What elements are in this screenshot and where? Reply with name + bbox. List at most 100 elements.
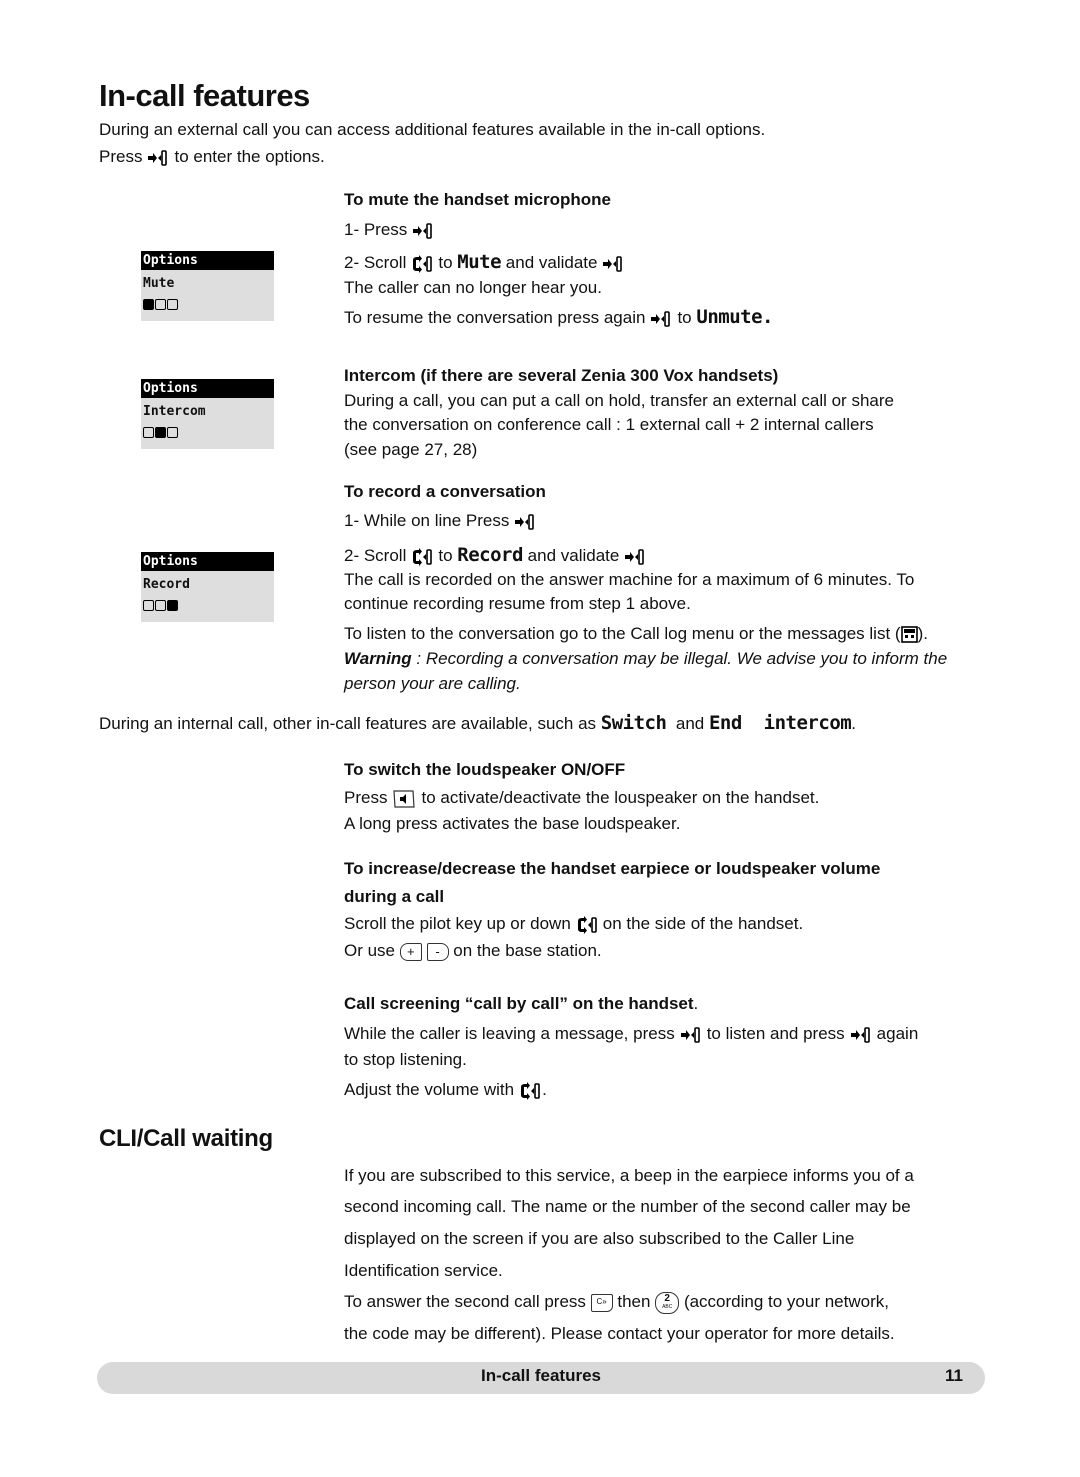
page-dot (155, 600, 166, 611)
ok-key-icon (412, 222, 433, 239)
scroll-key-icon (412, 253, 433, 274)
mute-heading: To mute the handset microphone (344, 190, 611, 209)
ok-key-icon (650, 310, 671, 327)
ok-key-icon (514, 513, 535, 530)
screening-heading-text: Call screening “call by call” on the han… (344, 994, 694, 1013)
lcd-page-dots (141, 600, 274, 611)
ok-key-icon (602, 255, 623, 272)
record-info: The call is recorded on the answer machi… (344, 570, 915, 589)
cli-paragraph: If you are subscribed to this service, a… (344, 1166, 914, 1185)
messages-list-icon (900, 626, 918, 643)
internal-text: . (851, 714, 856, 733)
ok-key-icon (849, 1026, 870, 1043)
scroll-key-icon (412, 546, 433, 567)
lcd-word-end-intercom: End intercom (708, 712, 852, 734)
step-text: and validate (505, 253, 598, 272)
loudspeaker-line: Press to activate/deactivate the louspeak… (344, 785, 819, 810)
page-dot-active (167, 600, 178, 611)
intro-text: During an external call you can access a… (99, 120, 766, 139)
intercom-line: the conversation on conference call : 1 … (344, 415, 874, 434)
page-dot (143, 600, 154, 611)
page-dot (167, 427, 178, 438)
volume-text: on the base station. (453, 941, 602, 960)
volume-line: Scroll the pilot key up or down on the si… (344, 911, 803, 936)
lcd-screen-intercom: Options Intercom (141, 379, 274, 449)
lcd-word-record: Record (457, 544, 523, 566)
footer-title: In-call features (481, 1366, 601, 1385)
mute-step1: 1- Press (344, 217, 439, 242)
intercom-heading: Intercom (if there are several Zenia 300… (344, 366, 779, 385)
lcd-item: Intercom (143, 404, 206, 419)
screening-text: While the caller is leaving a message, p… (344, 1024, 675, 1043)
page-footer: In-call features 11 (97, 1362, 985, 1394)
lcd-header: Options (141, 379, 274, 398)
internal-text: During an internal call, other in-call f… (99, 714, 597, 733)
intro-press-line: Press to enter the options. (99, 144, 325, 169)
screening-heading-dot: . (693, 994, 699, 1013)
page-number: 11 (945, 1366, 963, 1385)
resume-text: To resume the conversation press again (344, 308, 646, 327)
internal-call-text: During an internal call, other in-call f… (99, 711, 856, 736)
page-dot-active (143, 299, 154, 310)
step-text: and validate (527, 546, 620, 565)
scroll-key-icon (520, 1080, 540, 1101)
mute-result: The caller can no longer hear you. (344, 278, 602, 297)
volume-text: Scroll the pilot key up or down (344, 914, 571, 933)
volume-text: on the side of the handset. (602, 914, 804, 933)
listen-text: To listen to the conversation go to the … (344, 624, 901, 643)
screening-text: to listen and press (706, 1024, 845, 1043)
record-heading: To record a conversation (344, 482, 546, 501)
base-volume-plus-key: + (399, 942, 422, 961)
warning-text: : Recording a conversation may be illega… (411, 649, 948, 668)
mute-resume: To resume the conversation press again to… (344, 305, 773, 330)
step-text: 1- While on line Press (344, 511, 510, 530)
scroll-key-icon (576, 914, 597, 935)
lcd-item: Mute (143, 276, 175, 291)
r-key-icon: C» (590, 1293, 613, 1312)
lcd-page-dots (141, 299, 274, 310)
volume-heading: To increase/decrease the handset earpiec… (344, 859, 881, 878)
cli-text: To answer the second call press (344, 1292, 586, 1311)
lcd-page-dots (141, 427, 274, 438)
cli-paragraph: displayed on the screen if you are also … (344, 1229, 855, 1248)
page-dot-active (155, 427, 166, 438)
key-2-digit: 2 (664, 1292, 670, 1304)
lcd-screen-record: Options Record (141, 552, 274, 622)
step-text: to (438, 253, 453, 272)
mute-step2: 2- Scroll to Mute and validate (344, 250, 629, 275)
volume-heading: during a call (344, 887, 445, 906)
step-text: to (438, 546, 453, 565)
key-2-icon: 2 ABC (655, 1291, 680, 1314)
base-volume-minus-key: - (426, 942, 449, 961)
volume-line: Or use + - on the base station. (344, 938, 602, 963)
record-warning: Warning : Recording a conversation may b… (344, 646, 947, 671)
screening-heading: Call screening “call by call” on the han… (344, 991, 698, 1016)
resume-text: to (677, 308, 692, 327)
cli-paragraph: Identification service. (344, 1261, 503, 1280)
screening-text: Adjust the volume with (344, 1080, 515, 1099)
listen-text: ). (917, 624, 928, 643)
intercom-line: During a call, you can put a call on hol… (344, 391, 894, 410)
ok-key-icon (624, 548, 645, 565)
step-text: 1- Press (344, 220, 408, 239)
screening-text: again (876, 1024, 919, 1043)
page-dot (155, 299, 166, 310)
cli-heading: CLI/Call waiting (99, 1125, 273, 1152)
internal-text: and (675, 714, 705, 733)
lcd-word-switch: Switch (600, 712, 667, 734)
page-title: In-call features (99, 78, 310, 113)
page-dot (143, 427, 154, 438)
record-warning: person your are calling. (344, 674, 521, 693)
lcd-screen-mute: Options Mute (141, 251, 274, 321)
loudspeaker-text: Press (344, 788, 388, 807)
intro-press-post: to enter the options. (174, 147, 325, 166)
record-listen: To listen to the conversation go to the … (344, 621, 928, 646)
cli-text: then (617, 1292, 651, 1311)
ok-key-icon (147, 149, 168, 166)
loudspeaker-heading: To switch the loudspeaker ON/OFF (344, 760, 626, 779)
lcd-header: Options (141, 251, 274, 270)
step-text: 2- Scroll (344, 546, 407, 565)
screening-text: . (542, 1080, 547, 1099)
record-step1: 1- While on line Press (344, 508, 541, 533)
step-text: 2- Scroll (344, 253, 407, 272)
